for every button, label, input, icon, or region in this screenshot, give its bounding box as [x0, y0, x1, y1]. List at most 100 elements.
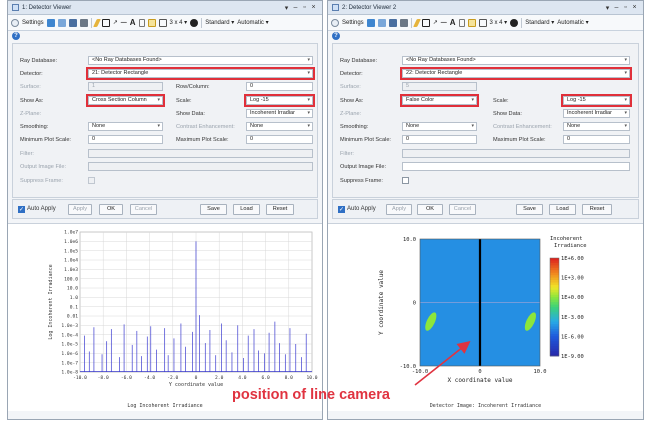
arrow-icon[interactable]: ↗ [433, 19, 438, 26]
smoothing-select[interactable]: None [402, 122, 477, 131]
print-icon[interactable] [79, 18, 88, 27]
x-tick-label: 0 [478, 369, 481, 375]
y-tick-label: 1.0e3 [64, 267, 78, 273]
pencil-icon[interactable] [92, 18, 101, 27]
surface-field[interactable]: 5 [402, 82, 477, 91]
load-button[interactable]: Load [233, 204, 260, 215]
load-button[interactable]: Load [549, 204, 576, 215]
restore-icon[interactable]: ▫ [300, 4, 309, 11]
rectangle-icon[interactable] [101, 18, 110, 27]
filter-field[interactable] [88, 149, 313, 158]
reset-button[interactable]: Reset [582, 204, 612, 215]
min-plot-scale-field[interactable]: 0 [88, 135, 163, 144]
suppress-frame-checkbox[interactable] [402, 177, 409, 184]
x-tick-label: -4.0 [144, 375, 155, 381]
help-icon[interactable]: ? [12, 32, 20, 40]
auto-apply-checkbox[interactable]: ✓ [18, 206, 25, 213]
max-plot-scale-field[interactable]: 0 [246, 135, 313, 144]
auto-apply-checkbox[interactable]: ✓ [338, 206, 345, 213]
save-icon[interactable] [388, 18, 397, 27]
output-image-field[interactable] [402, 162, 630, 171]
show-data-select[interactable]: Incoherent Irradiar [246, 109, 313, 118]
min-plot-scale-field[interactable]: 0 [402, 135, 477, 144]
copy-icon[interactable] [57, 18, 66, 27]
automatic-dropdown[interactable]: Automatic ▾ [557, 19, 588, 26]
close-icon[interactable]: × [309, 4, 318, 11]
standard-dropdown[interactable]: Standard ▾ [525, 19, 554, 26]
show-as-select[interactable]: False Color [400, 94, 479, 107]
x-tick-label: 2.0 [215, 375, 224, 381]
copy-icon[interactable] [377, 18, 386, 27]
refresh-icon[interactable] [366, 18, 375, 27]
restore-icon[interactable]: ▫ [621, 4, 630, 11]
arrow-icon[interactable]: ↗ [113, 19, 118, 26]
help-circle-icon[interactable] [510, 18, 519, 27]
ray-database-select[interactable]: <No Ray Databases Found> [88, 56, 313, 65]
surface-field[interactable]: 1 [88, 82, 163, 91]
dropdown-icon[interactable]: ▾ [282, 4, 291, 12]
cancel-button[interactable]: Cancel [449, 204, 476, 215]
apply-button[interactable]: Apply [386, 204, 412, 215]
apply-button[interactable]: Apply [68, 204, 92, 215]
smoothing-select[interactable]: None [88, 122, 163, 131]
line-icon[interactable]: — [441, 20, 447, 26]
save-icon[interactable] [68, 18, 77, 27]
layout-dropdown[interactable]: 3 x 4 ▾ [490, 19, 508, 26]
layout-dropdown[interactable]: 3 x 4 ▾ [170, 19, 188, 26]
save-button[interactable]: Save [200, 204, 227, 215]
refresh-icon[interactable] [46, 18, 55, 27]
y-tick-label: 1.0e5 [64, 248, 78, 254]
ray-database-select[interactable]: <No Ray Databases Found> [402, 56, 630, 65]
scale-select[interactable]: Log -15 [244, 94, 315, 107]
max-plot-scale-field[interactable]: 0 [563, 135, 630, 144]
colorbar-tick-label: 1E+3.00 [561, 276, 584, 282]
line-icon[interactable]: — [121, 20, 127, 26]
settings-toggle-icon[interactable] [11, 18, 19, 27]
automatic-dropdown[interactable]: Automatic ▾ [237, 19, 268, 26]
reset-button[interactable]: Reset [266, 204, 294, 215]
x-axis-label: X coordinate value [447, 377, 512, 384]
dropdown-icon[interactable]: ▾ [603, 4, 612, 12]
scale-select[interactable]: Log -15 [561, 94, 632, 107]
close-icon[interactable]: × [630, 4, 639, 11]
output-image-label: Output Image File: [340, 164, 387, 170]
text-icon[interactable]: A [130, 18, 136, 27]
lock-icon[interactable] [458, 18, 465, 27]
help-circle-icon[interactable] [190, 18, 199, 27]
settings-button[interactable]: Settings [342, 20, 364, 26]
pencil-icon[interactable] [412, 18, 421, 27]
y-tick-label: 1.0e-6 [61, 351, 78, 357]
show-as-select[interactable]: Cross Section Column [86, 94, 165, 107]
suppress-frame-checkbox[interactable] [88, 177, 95, 184]
pan-icon[interactable] [158, 18, 167, 27]
row-column-field[interactable]: 0 [246, 82, 313, 91]
output-image-field[interactable] [88, 162, 313, 171]
settings-button[interactable]: Settings [22, 20, 44, 26]
settings-toggle-icon[interactable] [331, 18, 339, 27]
cancel-button[interactable]: Cancel [130, 204, 157, 215]
rectangle-icon[interactable] [421, 18, 430, 27]
save-button[interactable]: Save [516, 204, 543, 215]
lock-icon[interactable] [138, 18, 145, 27]
minimize-icon[interactable]: – [291, 4, 300, 11]
title-bar: 2: Detector Viewer 2 ▾ – ▫ × [328, 1, 643, 15]
pan-icon[interactable] [478, 18, 487, 27]
grid-icon[interactable] [467, 18, 476, 27]
colorbar-segment [550, 280, 559, 283]
y-tick-label: 1.0e7 [64, 230, 78, 236]
ok-button[interactable]: OK [417, 204, 443, 215]
ok-button[interactable]: OK [99, 204, 123, 215]
colorbar-segment [550, 351, 559, 354]
print-icon[interactable] [399, 18, 408, 27]
text-icon[interactable]: A [450, 18, 456, 27]
contrast-select[interactable]: None [563, 122, 630, 131]
show-data-select[interactable]: Incoherent Irradiar [563, 109, 630, 118]
help-icon[interactable]: ? [332, 32, 340, 40]
grid-icon[interactable] [147, 18, 156, 27]
standard-dropdown[interactable]: Standard ▾ [205, 19, 234, 26]
filter-field[interactable] [402, 149, 630, 158]
detector-select[interactable]: 21: Detector Rectangle [86, 67, 315, 80]
contrast-select[interactable]: None [246, 122, 313, 131]
detector-select[interactable]: 22: Detector Rectangle [400, 67, 632, 80]
minimize-icon[interactable]: – [612, 4, 621, 11]
